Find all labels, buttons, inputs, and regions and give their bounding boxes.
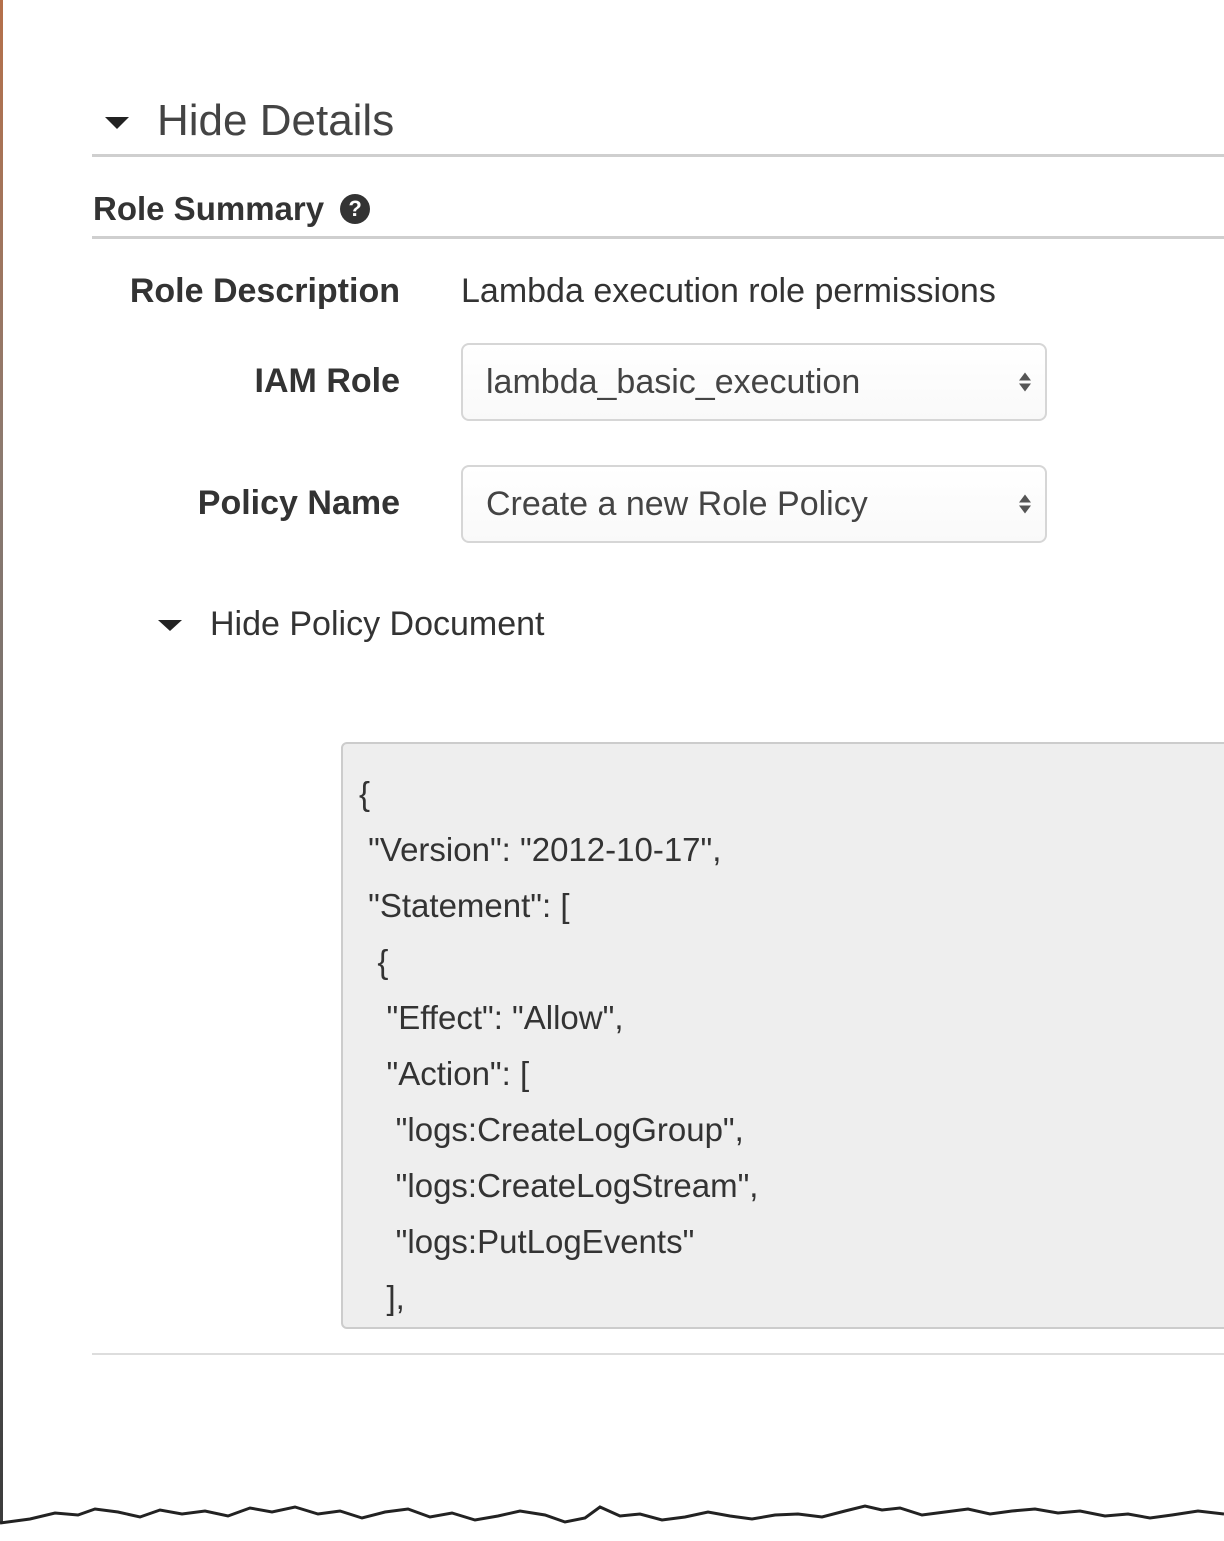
iam-role-label: IAM Role — [254, 362, 400, 400]
window-left-edge — [0, 0, 3, 1541]
code-line: "Effect": "Allow", — [359, 999, 624, 1036]
policy-name-selected-value: Create a new Role Policy — [486, 484, 868, 523]
updown-arrows-icon — [1019, 494, 1031, 514]
code-line: { — [359, 943, 389, 980]
code-line: "logs:CreateLogStream", — [359, 1167, 759, 1204]
policy-name-select[interactable]: Create a new Role Policy — [461, 465, 1047, 543]
hide-policy-document-label: Hide Policy Document — [210, 605, 545, 643]
code-line: "Statement": [ — [359, 887, 570, 924]
torn-paper-edge — [0, 1504, 1224, 1541]
caret-down-icon — [105, 117, 129, 129]
details-divider — [92, 154, 1224, 157]
role-description-label: Role Description — [129, 272, 400, 310]
hide-details-label: Hide Details — [157, 96, 395, 145]
role-description-value: Lambda execution role permissions — [461, 272, 996, 310]
policy-name-label: Policy Name — [197, 484, 400, 522]
summary-divider — [92, 236, 1224, 239]
code-line: "logs:CreateLogGroup", — [359, 1111, 744, 1148]
iam-role-selected-value: lambda_basic_execution — [486, 362, 861, 401]
iam-role-select[interactable]: lambda_basic_execution — [461, 343, 1047, 421]
hide-policy-document-toggle[interactable]: Hide Policy Document — [158, 605, 544, 644]
hide-details-toggle[interactable]: Hide Details — [105, 96, 394, 146]
question-circle-icon[interactable]: ? — [340, 194, 371, 224]
code-line: { — [359, 775, 371, 812]
code-line: "Version": "2012-10-17", — [359, 831, 722, 868]
caret-down-icon — [158, 620, 182, 631]
code-line: ], — [359, 1279, 405, 1316]
role-summary-title: Role Summary — [93, 190, 325, 227]
role-details-page: Hide Details Role Summary ? Role Descrip… — [0, 0, 1224, 1541]
policy-document-editor[interactable]: { "Version": "2012-10-17", "Statement": … — [341, 742, 1224, 1329]
code-line: "Action": [ — [359, 1055, 530, 1092]
role-summary-heading: Role Summary ? — [93, 190, 371, 228]
code-line: "logs:PutLogEvents" — [359, 1223, 695, 1260]
bottom-divider — [92, 1353, 1224, 1355]
updown-arrows-icon — [1019, 372, 1031, 392]
